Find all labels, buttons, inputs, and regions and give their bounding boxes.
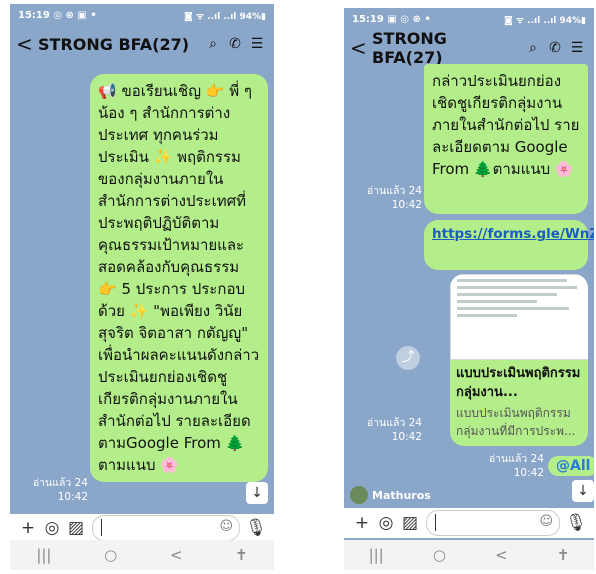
message-input[interactable]: ☺ [426, 510, 560, 536]
nav-back-button[interactable]: < [495, 546, 508, 564]
message-bubble[interactable]: กล่าวประเมินยกย่องเชิดชูเกียรติกลุ่มงานภ… [424, 64, 588, 214]
plus-icon[interactable]: + [16, 518, 40, 538]
text-cursor [435, 514, 436, 531]
message-text: 📢 ขอเรียนเชิญ 👉 พี่ ๆ น้อง ๆ สำนักการต่า… [98, 82, 260, 474]
message-text-tail: กล่าวประเมินยกย่องเชิดชูเกียรติกลุ่มงานภ… [432, 72, 580, 178]
right-phone-screen: 15:19 ▣ ◎ ⊛ • ◙ ᯤ ..ıl ..ıl 94%▮ < STRON… [344, 8, 594, 570]
system-nav-bar: ||| ○ < ✝ [10, 540, 274, 570]
recent-apps-button[interactable]: ||| [36, 546, 51, 564]
scroll-down-button[interactable]: ↓ [572, 480, 594, 502]
sender-name: Mathuros [372, 488, 431, 502]
plus-icon[interactable]: + [350, 513, 374, 533]
scroll-down-button[interactable]: ↓ [246, 482, 268, 504]
status-icons: ◎ ⊛ ▣ • [53, 9, 97, 21]
recent-apps-button[interactable]: ||| [369, 546, 384, 564]
back-icon[interactable]: < [16, 32, 34, 56]
camera-icon[interactable]: ◎ [374, 513, 398, 533]
status-bar: 15:19 ◎ ⊛ ▣ • ◙ ᯤ ..ıl ..ıl 94%▮ [10, 4, 274, 26]
mic-icon[interactable]: 🎙 [564, 513, 588, 533]
search-icon[interactable]: ⌕ [522, 40, 544, 56]
form-link[interactable]: https://forms.gle/WnZnmmoteET1t2Au6 [432, 226, 594, 242]
message-time: 10:42 [57, 491, 88, 503]
link-bubble[interactable]: https://forms.gle/WnZnmmoteET1t2Au6 [424, 220, 594, 270]
link-preview-card[interactable]: แบบประเมินพฤติกรรมกลุ่มงาน... แบบประเมิน… [450, 274, 588, 446]
read-receipt: อ่านแล้ว 24 10:42 [484, 452, 544, 480]
chat-header: < STRONG BFA(27) ⌕ ✆ ☰ [10, 26, 274, 62]
share-icon[interactable]: ⤴ [396, 346, 420, 370]
avatar[interactable] [350, 486, 368, 504]
status-time: 15:19 [18, 9, 50, 21]
accessibility-button[interactable]: ✝ [557, 546, 570, 564]
read-receipt: อ่านแล้ว 24 10:42 [358, 184, 422, 212]
image-icon[interactable]: ▨ [64, 518, 88, 538]
emoji-icon[interactable]: ☺ [219, 519, 233, 534]
mic-icon[interactable]: 🎙 [244, 518, 268, 538]
status-time: 15:19 [352, 13, 384, 25]
message-time: 10:42 [391, 199, 422, 211]
chat-header: < STRONG BFA(27) ⌕ ✆ ☰ [344, 29, 594, 67]
emoji-icon[interactable]: ☺ [539, 514, 553, 529]
status-bar: 15:19 ▣ ◎ ⊛ • ◙ ᯤ ..ıl ..ıl 94%▮ [344, 8, 594, 30]
preview-description: แบบประเมินพฤติกรรมกลุ่มงานที่มีการประพ..… [456, 406, 576, 438]
system-nav-bar: ||| ○ < ✝ [344, 540, 594, 570]
accessibility-button[interactable]: ✝ [235, 546, 248, 564]
home-button[interactable]: ○ [433, 546, 446, 564]
message-bubble[interactable]: 📢 ขอเรียนเชิญ 👉 พี่ ๆ น้อง ๆ สำนักการต่า… [90, 74, 268, 482]
home-button[interactable]: ○ [104, 546, 117, 564]
read-count: อ่านแล้ว 24 [32, 477, 88, 489]
preview-image [450, 274, 588, 360]
mention-all-bubble[interactable]: @All [548, 456, 594, 476]
message-time: 10:42 [513, 467, 544, 479]
sender-row: Mathuros [350, 486, 431, 504]
call-icon[interactable]: ✆ [224, 36, 246, 52]
message-time: 10:42 [391, 431, 422, 443]
read-count: อ่านแล้ว 24 [366, 417, 422, 429]
left-phone-screen: 15:19 ◎ ⊛ ▣ • ◙ ᯤ ..ıl ..ıl 94%▮ < STRON… [10, 4, 274, 570]
text-cursor [101, 519, 102, 536]
back-icon[interactable]: < [350, 36, 368, 60]
camera-icon[interactable]: ◎ [40, 518, 64, 538]
chat-title: STRONG BFA(27) [372, 29, 447, 67]
chat-title: STRONG BFA(27) [38, 34, 190, 54]
read-count: อ่านแล้ว 24 [366, 185, 422, 197]
call-icon[interactable]: ✆ [544, 40, 566, 56]
menu-icon[interactable]: ☰ [566, 40, 588, 56]
read-receipt: อ่านแล้ว 24 10:42 [22, 476, 88, 504]
read-receipt: อ่านแล้ว 24 10:42 [358, 416, 422, 444]
status-indicators: ◙ ᯤ ..ıl ..ıl 94%▮ [184, 11, 266, 22]
status-icons: ▣ ◎ ⊛ • [387, 13, 431, 25]
read-count: อ่านแล้ว 24 [488, 453, 544, 465]
menu-icon[interactable]: ☰ [246, 36, 268, 52]
image-icon[interactable]: ▨ [398, 513, 422, 533]
message-input[interactable]: ☺ [92, 515, 240, 541]
message-input-bar: + ◎ ▨ ☺ 🎙 [344, 508, 594, 538]
status-indicators: ◙ ᯤ ..ıl ..ıl 94%▮ [504, 15, 586, 26]
search-icon[interactable]: ⌕ [202, 36, 224, 52]
nav-back-button[interactable]: < [170, 546, 183, 564]
message-input-bar: + ◎ ▨ ☺ 🎙 [10, 514, 274, 542]
preview-title: แบบประเมินพฤติกรรมกลุ่มงาน... [456, 366, 581, 400]
